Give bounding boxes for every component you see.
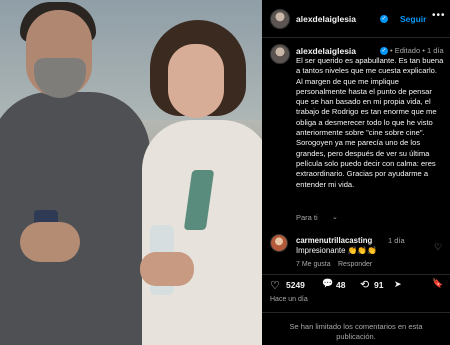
divider bbox=[262, 312, 450, 313]
author-username[interactable]: alexdelaiglesia bbox=[296, 14, 356, 24]
photo-woman-hand bbox=[140, 252, 194, 286]
comment-likes-count[interactable]: 7 Me gusta bbox=[296, 261, 331, 268]
follow-button[interactable]: Seguir bbox=[400, 14, 426, 24]
caption-author-avatar[interactable] bbox=[270, 44, 290, 64]
post-header: alexdelaiglesia ✓ Seguir ••• bbox=[262, 0, 450, 38]
reposts-count: 91 bbox=[374, 280, 384, 290]
caption-verified-icon: ✓ bbox=[380, 47, 388, 55]
comment-time: 1 día bbox=[388, 236, 405, 245]
photo-man-body bbox=[0, 92, 150, 345]
caption-author-username[interactable]: alexdelaiglesia bbox=[296, 46, 356, 56]
likes-count[interactable]: 5249 bbox=[286, 280, 305, 290]
comment-icon[interactable]: 💬 bbox=[322, 278, 333, 289]
translation-toggle[interactable]: Para ti bbox=[296, 213, 318, 222]
more-options-icon[interactable]: ••• bbox=[432, 10, 446, 21]
author-avatar[interactable] bbox=[270, 9, 290, 29]
comment-reply-button[interactable]: Responder bbox=[338, 261, 372, 268]
caption-text: El ser querido es apabullante. Es tan bu… bbox=[296, 56, 444, 189]
post-photo[interactable] bbox=[0, 0, 262, 345]
share-icon[interactable]: ➤ bbox=[394, 279, 402, 290]
divider bbox=[262, 274, 450, 275]
verified-icon: ✓ bbox=[380, 15, 388, 23]
repost-icon[interactable]: ⟲ bbox=[360, 278, 369, 291]
comment-author-avatar[interactable] bbox=[270, 234, 288, 252]
photo-man-hand bbox=[20, 222, 80, 262]
comments-count: 48 bbox=[336, 280, 346, 290]
photo-woman-face bbox=[168, 44, 224, 118]
chevron-down-icon[interactable]: ⌄ bbox=[332, 213, 338, 221]
comment-author-username[interactable]: carmenutrillacasting bbox=[296, 236, 372, 245]
action-bar: ♡ 5249 💬 48 ⟲ 91 ➤ 🔖 bbox=[262, 278, 450, 294]
heart-icon[interactable]: ♡ bbox=[270, 279, 280, 292]
comment-text: Impresionante 👏👏👏 bbox=[296, 246, 377, 255]
caption-meta: • Editado • 1 día bbox=[390, 46, 444, 55]
comments-limited-notice: Se han limitado los comentarios en esta … bbox=[289, 322, 423, 341]
comment-heart-icon[interactable]: ♡ bbox=[434, 242, 442, 253]
bookmark-icon[interactable]: 🔖 bbox=[432, 278, 443, 289]
post-side-panel: alexdelaiglesia ✓ Seguir ••• alexdelaigl… bbox=[262, 0, 450, 345]
post-time: Hace un día bbox=[270, 296, 308, 303]
